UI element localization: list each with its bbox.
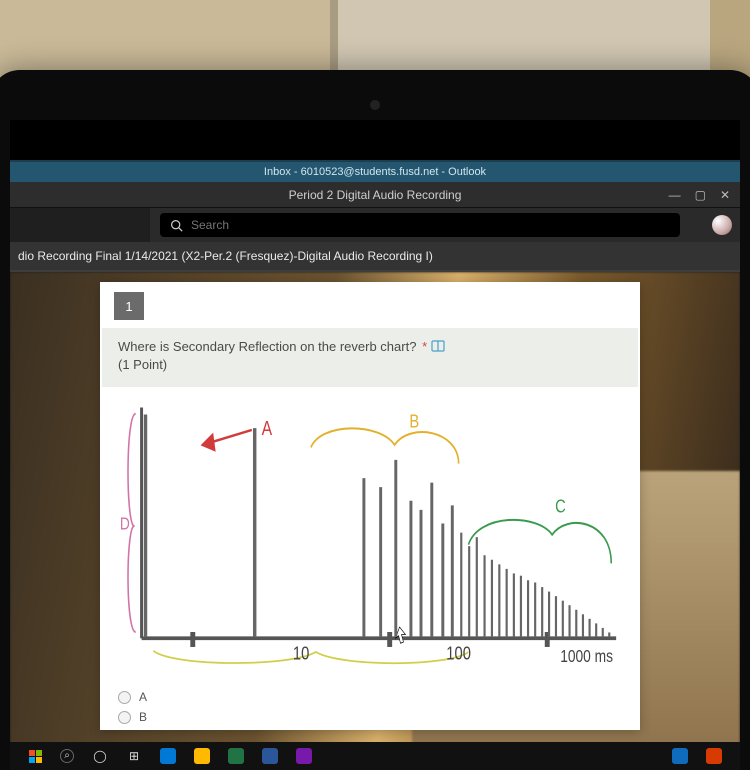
user-avatar[interactable] xyxy=(712,215,732,235)
window-maximize-button[interactable]: ▢ xyxy=(695,188,706,202)
search-input[interactable] xyxy=(191,218,670,232)
breadcrumb: dio Recording Final 1/14/2021 (X2-Per.2 … xyxy=(10,242,740,272)
chart-tick-100: 100 xyxy=(446,643,471,664)
taskbar-app-icon[interactable] xyxy=(194,748,210,764)
radio-icon xyxy=(118,711,131,724)
question-points: (1 Point) xyxy=(118,357,167,372)
chart-label-c: C xyxy=(555,496,566,517)
option-b-label: B xyxy=(139,710,147,724)
taskbar-app-icon[interactable] xyxy=(160,748,176,764)
taskview-icon[interactable]: ⊞ xyxy=(126,749,142,763)
screen: Inbox - 6010523@students.fusd.net - Outl… xyxy=(10,160,740,770)
search-box[interactable] xyxy=(160,213,680,237)
cortana-icon[interactable]: ◯ xyxy=(92,749,108,763)
windows-taskbar[interactable]: ⌕ ◯ ⊞ xyxy=(10,742,740,770)
chart-tick-10: 10 xyxy=(293,643,309,664)
chart-tick-1000: 1000 ms xyxy=(560,648,613,667)
start-button[interactable] xyxy=(28,749,42,763)
laptop-frame: Inbox - 6010523@students.fusd.net - Outl… xyxy=(0,70,750,770)
option-a[interactable]: A xyxy=(118,690,622,704)
window-close-button[interactable]: ✕ xyxy=(720,188,730,202)
taskbar-app-icon[interactable] xyxy=(228,748,244,764)
taskbar-tray-icon[interactable] xyxy=(672,748,688,764)
app-header xyxy=(10,208,740,242)
option-b[interactable]: B xyxy=(118,710,622,724)
content-area: 1 Where is Secondary Reflection on the r… xyxy=(10,272,740,770)
webcam xyxy=(370,100,380,110)
question-block: Where is Secondary Reflection on the rev… xyxy=(102,328,638,387)
option-a-label: A xyxy=(139,690,147,704)
forms-card: 1 Where is Secondary Reflection on the r… xyxy=(100,282,640,730)
taskbar-app-icon[interactable] xyxy=(296,748,312,764)
required-mark: * xyxy=(422,339,427,354)
breadcrumb-text: dio Recording Final 1/14/2021 (X2-Per.2 … xyxy=(18,249,433,263)
search-icon xyxy=(170,219,183,232)
browser-tab[interactable]: Inbox - 6010523@students.fusd.net - Outl… xyxy=(10,160,740,182)
browser-tab-label: Inbox - 6010523@students.fusd.net - Outl… xyxy=(264,166,486,178)
taskbar-tray-icon[interactable] xyxy=(706,748,722,764)
window-titlebar: Period 2 Digital Audio Recording — ▢ ✕ xyxy=(10,182,740,208)
taskbar-app-icon[interactable] xyxy=(262,748,278,764)
window-minimize-button[interactable]: — xyxy=(669,188,681,202)
answer-options: A B xyxy=(100,686,640,730)
taskbar-search-icon[interactable]: ⌕ xyxy=(60,749,74,763)
chart-label-d: D xyxy=(120,515,130,534)
window-title: Period 2 Digital Audio Recording xyxy=(289,188,462,202)
radio-icon xyxy=(118,691,131,704)
question-text: Where is Secondary Reflection on the rev… xyxy=(118,339,416,354)
chart-label-a: A xyxy=(262,417,273,439)
immersive-reader-icon[interactable] xyxy=(431,340,445,352)
chart-label-b: B xyxy=(409,411,419,432)
reverb-chart-image: A D B C xyxy=(100,387,640,686)
question-number-badge: 1 xyxy=(114,292,144,320)
